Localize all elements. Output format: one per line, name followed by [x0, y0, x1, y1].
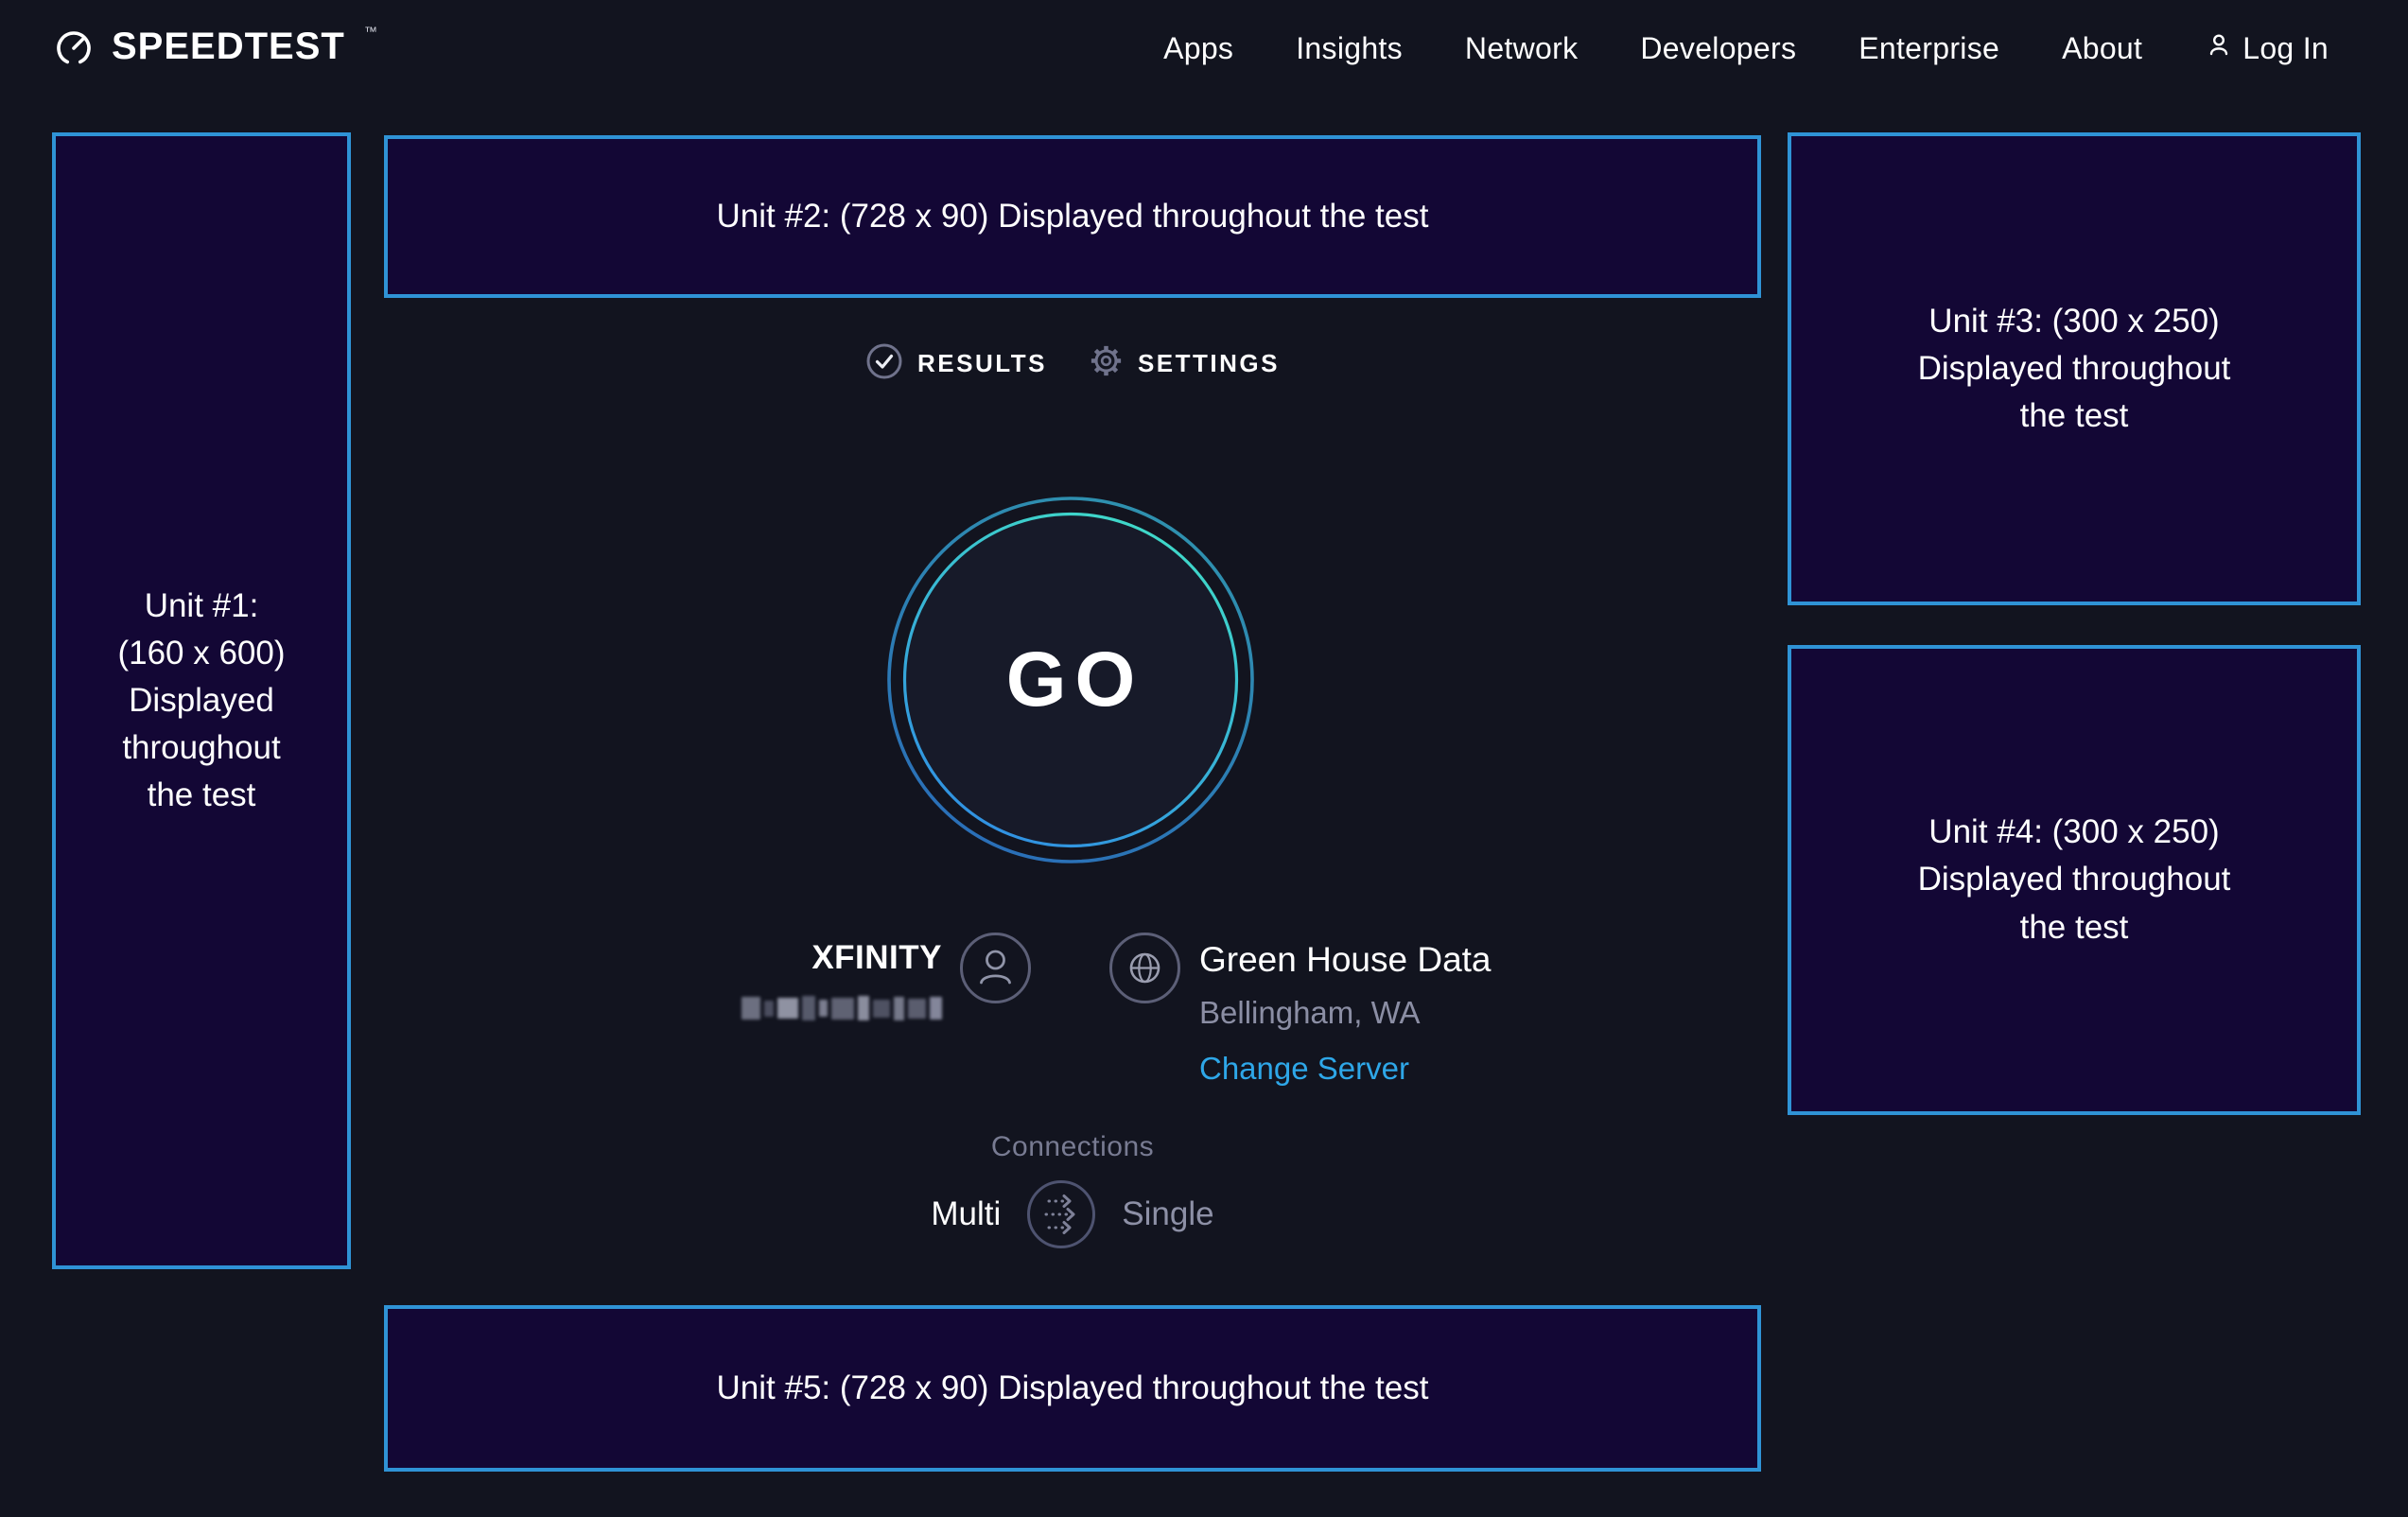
go-button[interactable]: GO	[885, 495, 1256, 865]
tab-results[interactable]: RESULTS	[865, 342, 1047, 385]
brand-name: SPEEDTEST	[112, 26, 345, 67]
server-location: Bellingham, WA	[1199, 995, 1492, 1031]
login-link[interactable]: Log In	[2205, 30, 2329, 66]
multi-arrows-icon[interactable]	[1025, 1178, 1097, 1250]
tabs-row: RESULTS SETTINGS	[384, 339, 1761, 388]
isp-person-badge	[959, 932, 1032, 1004]
gear-icon	[1089, 343, 1124, 383]
speedometer-icon	[53, 26, 95, 72]
login-label: Log In	[2242, 31, 2329, 66]
ad-unit-5-text: Unit #5: (728 x 90) Displayed throughout…	[717, 1365, 1429, 1412]
mode-single-label[interactable]: Single	[1122, 1195, 1213, 1233]
trademark-mark: ™	[364, 24, 377, 39]
server-name: Green House Data	[1199, 940, 1492, 980]
change-server-link[interactable]: Change Server	[1199, 1051, 1409, 1087]
brand-logo[interactable]: SPEEDTEST ™	[53, 26, 377, 72]
tab-settings[interactable]: SETTINGS	[1089, 343, 1280, 383]
nav-item-insights[interactable]: Insights	[1296, 31, 1403, 66]
ad-unit-3[interactable]: Unit #3: (300 x 250) Displayed throughou…	[1788, 132, 2361, 605]
nav-item-network[interactable]: Network	[1465, 31, 1578, 66]
connections-label: Connections	[384, 1131, 1761, 1163]
nav-item-developers[interactable]: Developers	[1640, 31, 1796, 66]
ad-unit-5[interactable]: Unit #5: (728 x 90) Displayed throughout…	[384, 1305, 1761, 1472]
ad-unit-1[interactable]: Unit #1: (160 x 600) Displayed throughou…	[52, 132, 351, 1269]
connection-mode-row: Multi Single	[384, 1175, 1761, 1254]
tab-settings-label: SETTINGS	[1138, 349, 1280, 378]
person-icon	[2205, 30, 2233, 66]
mode-multi-label[interactable]: Multi	[931, 1195, 1001, 1233]
ad-unit-1-text: Unit #1: (160 x 600) Displayed throughou…	[117, 583, 285, 819]
isp-name: XFINITY	[662, 939, 942, 977]
redacted-ip-text	[742, 994, 942, 1022]
ad-unit-4[interactable]: Unit #4: (300 x 250) Displayed throughou…	[1788, 645, 2361, 1115]
server-globe-badge	[1108, 932, 1181, 1004]
nav-item-enterprise[interactable]: Enterprise	[1858, 31, 1999, 66]
server-info: Green House Data Bellingham, WA Change S…	[1199, 940, 1492, 1087]
ad-unit-3-text: Unit #3: (300 x 250) Displayed throughou…	[1918, 298, 2231, 440]
header: SPEEDTEST ™ Apps Insights Network Develo…	[0, 0, 2408, 96]
tab-results-label: RESULTS	[917, 349, 1047, 378]
ad-unit-2[interactable]: Unit #2: (728 x 90) Displayed throughout…	[384, 135, 1761, 298]
go-label: GO	[885, 495, 1256, 865]
nav-item-about[interactable]: About	[2062, 31, 2142, 66]
nav-item-apps[interactable]: Apps	[1163, 31, 1233, 66]
ad-unit-2-text: Unit #2: (728 x 90) Displayed throughout…	[717, 193, 1429, 240]
speedtest-page: SPEEDTEST ™ Apps Insights Network Develo…	[0, 0, 2408, 1517]
ad-unit-4-text: Unit #4: (300 x 250) Displayed throughou…	[1918, 809, 2231, 950]
check-circle-icon	[865, 342, 903, 385]
main-nav: Apps Insights Network Developers Enterpr…	[1163, 30, 2329, 66]
